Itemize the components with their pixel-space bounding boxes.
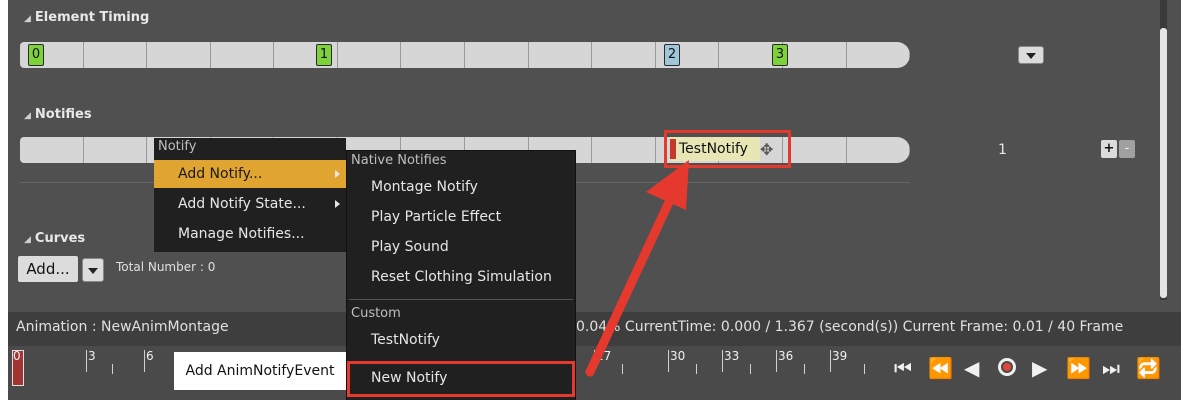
animation-name-text: Animation : NewAnimMontage: [16, 319, 229, 335]
timing-marker-0[interactable]: 0: [28, 44, 44, 66]
context-menu-header: Notify: [158, 139, 197, 154]
submenu-arrow-icon: [335, 170, 340, 178]
collapse-triangle-icon: ◢: [24, 14, 31, 24]
menu-item-label: Manage Notifies...: [178, 226, 305, 242]
vertical-scrollbar-thumb[interactable]: [1160, 28, 1167, 298]
custom-header: Custom: [351, 306, 401, 321]
submenu-item-play-sound[interactable]: Play Sound: [371, 239, 449, 255]
collapse-triangle-icon: ◢: [24, 111, 31, 121]
timing-dropdown-button[interactable]: [1018, 46, 1044, 64]
submenu-item-montage-notify[interactable]: Montage Notify: [371, 179, 478, 195]
add-curve-dropdown[interactable]: [82, 258, 104, 282]
ruler-label: 3: [88, 349, 96, 363]
total-number-text: Total Number : 0: [116, 260, 216, 274]
notifies-label: Notifies: [34, 107, 92, 122]
add-curve-button[interactable]: Add...: [18, 256, 78, 282]
play-icon[interactable]: ▶: [1032, 356, 1047, 380]
anim-montage-editor: ◢ Element Timing 0 1 2 3 ◢ Notifies TestNo…: [8, 0, 1181, 400]
submenu-item-test-notify[interactable]: TestNotify: [371, 332, 440, 348]
ruler-label: 39: [832, 349, 848, 363]
collapse-triangle-icon: ◢: [24, 235, 31, 245]
notifies-header[interactable]: ◢ Notifies: [24, 107, 92, 122]
submenu-arrow-icon: [335, 200, 340, 208]
ruler-label: 33: [724, 349, 740, 363]
notify-timing-handle-icon: [670, 139, 676, 159]
element-timing-label: Element Timing: [34, 10, 150, 25]
native-notifies-header: Native Notifies: [351, 153, 447, 168]
notify-track-number: 1: [998, 142, 1007, 158]
submenu-item-play-particle-effect[interactable]: Play Particle Effect: [371, 209, 501, 225]
notify-context-menu: Notify Add Notify... Add Notify State...…: [154, 138, 346, 252]
annotation-arrow-icon: [585, 160, 689, 377]
loop-icon[interactable]: 🔁: [1136, 356, 1161, 380]
curves-header[interactable]: ◢ Curves: [24, 231, 85, 246]
element-timing-header[interactable]: ◢ Element Timing: [24, 10, 149, 25]
menu-item-label: Add Notify State...: [178, 196, 306, 212]
skip-end-icon[interactable]: ⏭: [1102, 356, 1120, 380]
submenu-divider: [349, 299, 573, 300]
submenu-item-new-notify[interactable]: New Notify: [371, 370, 447, 386]
menu-item-manage-notifies[interactable]: Manage Notifies...: [154, 220, 346, 248]
ruler-label: 0: [13, 349, 21, 363]
notify-event[interactable]: TestNotify: [670, 137, 760, 161]
step-back-icon[interactable]: ⏪: [928, 356, 953, 380]
add-track-button[interactable]: +: [1101, 140, 1117, 158]
timing-marker-1[interactable]: 1: [316, 44, 332, 66]
move-cursor-icon: ✥: [760, 140, 774, 159]
menu-item-label: Add Notify...: [178, 166, 263, 182]
timing-marker-3[interactable]: 3: [772, 44, 788, 66]
notify-event-label: TestNotify: [679, 141, 748, 157]
remove-track-button[interactable]: -: [1119, 140, 1135, 158]
menu-item-add-notify-state[interactable]: Add Notify State...: [154, 190, 346, 218]
submenu-item-reset-clothing-simulation[interactable]: Reset Clothing Simulation: [371, 269, 552, 285]
record-icon[interactable]: [998, 358, 1016, 376]
timing-marker-2[interactable]: 2: [664, 44, 680, 66]
curves-label: Curves: [34, 231, 86, 246]
add-notify-submenu: Native Notifies Montage Notify Play Part…: [346, 150, 576, 400]
ruler-label: 36: [778, 349, 794, 363]
ruler-label: 6: [146, 349, 154, 363]
play-reverse-icon[interactable]: ◀: [964, 356, 979, 380]
step-forward-icon[interactable]: ⏩: [1066, 356, 1091, 380]
skip-start-icon[interactable]: ⏮: [894, 356, 912, 380]
menu-item-add-notify[interactable]: Add Notify...: [154, 160, 346, 188]
tooltip: Add AnimNotifyEvent: [174, 352, 346, 390]
